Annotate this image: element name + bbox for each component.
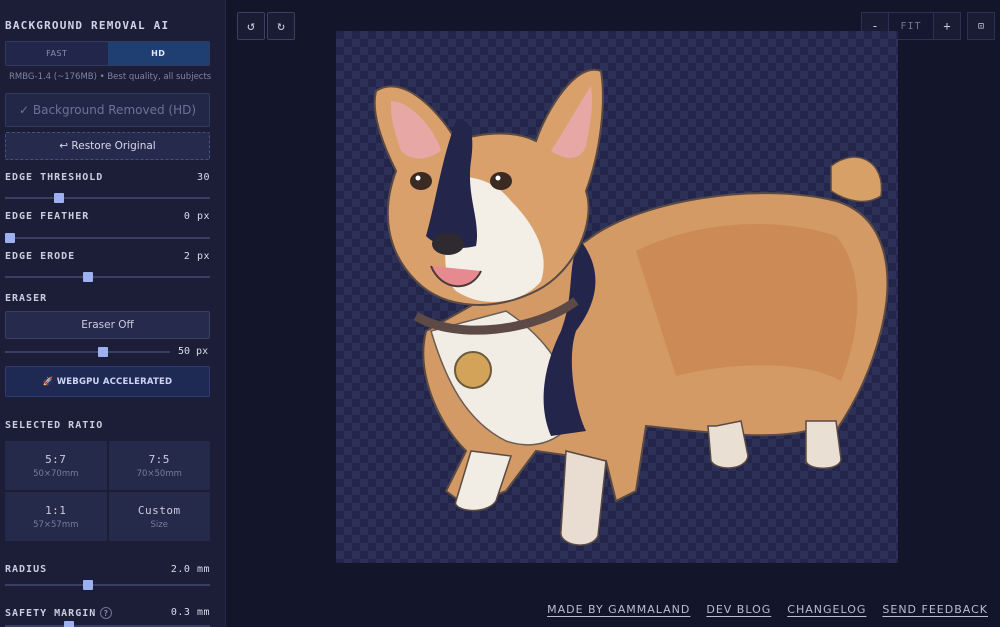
eraser-toggle-button[interactable]: Eraser Off (5, 311, 210, 339)
ratio-grid: 5:7 50×70mm 7:5 70×50mm 1:1 57×57mm Cust… (5, 441, 210, 541)
edge-erode-slider[interactable] (5, 272, 210, 282)
rotate-right-icon: ↻ (277, 18, 285, 34)
ratio-size: 57×57mm (33, 519, 79, 530)
edge-threshold-slider[interactable] (5, 193, 210, 203)
hd-mode-button[interactable]: HD (107, 42, 209, 65)
fullscreen-icon: ⊡ (977, 20, 985, 32)
footer-links: MADE BY GAMMALAND DEV BLOG CHANGELOG SEN… (547, 603, 988, 616)
eraser-size-slider-thumb[interactable] (98, 347, 108, 357)
ratio-size: 70×50mm (136, 468, 182, 479)
edge-feather-slider-thumb[interactable] (5, 233, 15, 243)
safety-margin-label: SAFETY MARGIN (5, 608, 97, 619)
ratio-name: 5:7 (45, 452, 67, 466)
app-title: BACKGROUND REMOVAL AI (5, 19, 170, 32)
edge-feather-value: 0 px (183, 211, 210, 222)
zoom-in-button[interactable]: + (933, 12, 961, 40)
image-canvas[interactable] (336, 31, 898, 563)
edge-erode-slider-thumb[interactable] (83, 272, 93, 282)
ratio-name: 1:1 (45, 503, 67, 517)
eraser-size-value: 50 px (178, 346, 209, 357)
edge-threshold-label: EDGE THRESHOLD (5, 172, 104, 183)
quality-mode-toggle: FAST HD (5, 41, 210, 66)
edge-erode-row: EDGE ERODE 2 px (5, 251, 210, 262)
help-icon[interactable]: ? (100, 607, 113, 619)
sidebar: BACKGROUND REMOVAL AI FAST HD RMBG-1.4 (… (0, 0, 226, 627)
eraser-row: ERASER (5, 293, 210, 304)
edge-feather-label: EDGE FEATHER (5, 211, 90, 222)
fast-mode-button[interactable]: FAST (6, 42, 108, 65)
corgi-image (373, 68, 889, 546)
ratio-name: 7:5 (148, 452, 170, 466)
safety-margin-label-group: SAFETY MARGIN? (5, 607, 113, 619)
radius-value: 2.0 mm (170, 564, 210, 575)
send-feedback-link[interactable]: SEND FEEDBACK (882, 603, 988, 616)
selected-ratio-row: SELECTED RATIO (5, 420, 210, 431)
changelog-link[interactable]: CHANGELOG (787, 603, 866, 616)
made-by-link[interactable]: MADE BY GAMMALAND (547, 603, 690, 616)
rotate-left-button[interactable]: ↺ (237, 12, 265, 40)
radius-row: RADIUS 2.0 mm (5, 564, 210, 575)
edge-threshold-row: EDGE THRESHOLD 30 (5, 172, 210, 183)
rotate-left-icon: ↺ (247, 18, 255, 34)
radius-slider[interactable] (5, 580, 210, 590)
model-info: RMBG-1.4 (~176MB) • Best quality, all su… (9, 72, 212, 82)
ratio-size: Size (150, 519, 168, 530)
ratio-option-5-7[interactable]: 5:7 50×70mm (5, 441, 107, 490)
edge-threshold-slider-thumb[interactable] (53, 193, 64, 203)
eraser-label: ERASER (5, 293, 48, 304)
radius-label: RADIUS (5, 564, 48, 575)
ratio-option-custom[interactable]: Custom Size (108, 492, 210, 541)
edge-erode-value: 2 px (183, 251, 210, 262)
edge-feather-slider[interactable] (5, 233, 210, 243)
eraser-size-slider[interactable] (5, 347, 170, 357)
restore-original-button[interactable]: ↩ Restore Original (5, 132, 210, 160)
ratio-size: 50×70mm (33, 468, 79, 479)
rotate-right-button[interactable]: ↻ (267, 12, 295, 40)
edge-threshold-value: 30 (196, 172, 210, 183)
ratio-option-7-5[interactable]: 7:5 70×50mm (108, 441, 210, 490)
dev-blog-link[interactable]: DEV BLOG (706, 603, 771, 616)
safety-margin-slider-thumb[interactable] (63, 621, 74, 627)
radius-slider-thumb[interactable] (83, 580, 93, 590)
ratio-option-1-1[interactable]: 1:1 57×57mm (5, 492, 107, 541)
safety-margin-row: SAFETY MARGIN? 0.3 mm (5, 607, 210, 619)
edge-feather-row: EDGE FEATHER 0 px (5, 211, 210, 222)
webgpu-accelerated-button[interactable]: 🚀 WEBGPU ACCELERATED (5, 366, 210, 397)
selected-ratio-label: SELECTED RATIO (5, 420, 104, 431)
ratio-name: Custom (137, 503, 181, 517)
edge-erode-label: EDGE ERODE (5, 251, 76, 262)
background-removed-button[interactable]: ✓ Background Removed (HD) (5, 93, 210, 127)
safety-margin-value: 0.3 mm (170, 607, 210, 618)
fullscreen-button[interactable]: ⊡ (967, 12, 995, 40)
